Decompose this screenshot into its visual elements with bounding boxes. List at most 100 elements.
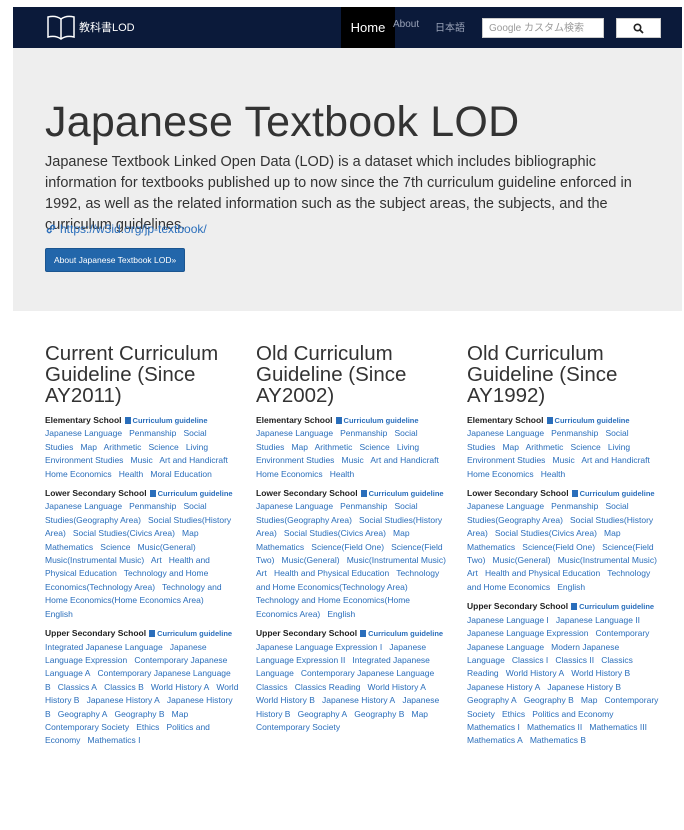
subject-link[interactable]: Music(General) <box>138 542 196 552</box>
subject-link[interactable]: Penmanship <box>129 501 176 511</box>
subject-link[interactable]: Science <box>360 442 390 452</box>
subject-link[interactable]: Japanese Language II <box>556 615 640 625</box>
subject-link[interactable]: Integrated Japanese Language <box>45 642 163 652</box>
subject-link[interactable]: Science <box>149 442 179 452</box>
subject-link[interactable]: Contemporary Society <box>256 722 340 732</box>
subject-link[interactable]: Penmanship <box>551 428 598 438</box>
subject-link[interactable]: Japanese History A <box>322 695 395 705</box>
subject-link[interactable]: World History B <box>571 668 630 678</box>
subject-link[interactable]: Mathematics B <box>530 735 586 745</box>
subject-link[interactable]: Social Studies(Civics Area) <box>284 528 386 538</box>
subject-link[interactable]: Mathematics I <box>467 722 520 732</box>
subject-link[interactable]: Mathematics <box>467 542 515 552</box>
subject-link[interactable]: Map <box>393 528 410 538</box>
subject-link[interactable]: Health <box>119 469 144 479</box>
about-textbook-lod-button[interactable]: About Japanese Textbook LOD» <box>45 248 186 272</box>
subject-link[interactable]: Geography A <box>298 709 348 719</box>
subject-link[interactable]: Ethics <box>502 709 525 719</box>
subject-link[interactable]: Classics Reading <box>295 682 361 692</box>
subject-link[interactable]: Science(Field One) <box>311 542 384 552</box>
subject-link[interactable]: Social Studies(Civics Area) <box>495 528 597 538</box>
curriculum-guideline-link[interactable]: Curriculum guideline <box>555 416 630 425</box>
subject-link[interactable]: World History A <box>151 682 209 692</box>
search-input[interactable] <box>482 18 604 38</box>
subject-link[interactable]: Arithmetic <box>526 442 564 452</box>
subject-link[interactable]: Classics II <box>555 655 594 665</box>
subject-link[interactable]: Health and Physical Education <box>485 568 600 578</box>
curriculum-guideline-link[interactable]: Curriculum guideline <box>133 416 208 425</box>
subject-link[interactable]: Mathematics <box>45 542 93 552</box>
subject-link[interactable]: Mathematics III <box>589 722 647 732</box>
subject-link[interactable]: Contemporary Japanese Language <box>301 668 434 678</box>
subject-link[interactable]: World History A <box>506 668 564 678</box>
subject-link[interactable]: Music <box>131 455 153 465</box>
subject-link[interactable]: Classics B <box>104 682 144 692</box>
subject-link[interactable]: Arithmetic <box>104 442 142 452</box>
subject-link[interactable]: Penmanship <box>129 428 176 438</box>
subject-link[interactable]: Japanese History B <box>547 682 621 692</box>
subject-link[interactable]: English <box>327 609 355 619</box>
nav-about-link[interactable]: About <box>393 19 419 30</box>
subject-link[interactable]: Geography B <box>114 709 164 719</box>
subject-link[interactable]: Home Economics <box>467 469 534 479</box>
subject-link[interactable]: Map <box>411 709 428 719</box>
curriculum-guideline-link[interactable]: Curriculum guideline <box>369 489 444 498</box>
subject-link[interactable]: Science <box>571 442 601 452</box>
subject-link[interactable]: Social Studies(Civics Area) <box>73 528 175 538</box>
subject-link[interactable]: English <box>557 582 585 592</box>
subject-link[interactable]: Art <box>467 568 478 578</box>
subject-link[interactable]: English <box>45 609 73 619</box>
subject-link[interactable]: Health and Physical Education <box>274 568 389 578</box>
curriculum-guideline-link[interactable]: Curriculum guideline <box>158 489 233 498</box>
subject-link[interactable]: Art and Handicraft <box>370 455 439 465</box>
subject-link[interactable]: Map <box>172 709 189 719</box>
search-button[interactable] <box>616 18 661 38</box>
curriculum-guideline-link[interactable]: Curriculum guideline <box>344 416 419 425</box>
subject-link[interactable]: Geography B <box>524 695 574 705</box>
subject-link[interactable]: Health <box>330 469 355 479</box>
subject-link[interactable]: Japanese History A <box>467 682 540 692</box>
subject-link[interactable]: Science <box>100 542 130 552</box>
subject-link[interactable]: Art and Handicraft <box>581 455 650 465</box>
subject-link[interactable]: Home Economics <box>45 469 112 479</box>
subject-link[interactable]: World History A <box>368 682 426 692</box>
subject-link[interactable]: Japanese Language <box>467 501 544 511</box>
subject-link[interactable]: Japanese Language Expression I <box>256 642 382 652</box>
nav-home-link[interactable]: Home <box>341 7 395 48</box>
subject-link[interactable]: Classics I <box>512 655 548 665</box>
subject-link[interactable]: Music(Instrumental Music) <box>45 555 144 565</box>
subject-link[interactable]: Art <box>151 555 162 565</box>
subject-link[interactable]: Science(Field One) <box>522 542 595 552</box>
subject-link[interactable]: Japanese Language <box>256 428 333 438</box>
subject-link[interactable]: Mathematics II <box>527 722 582 732</box>
curriculum-guideline-link[interactable]: Curriculum guideline <box>157 629 232 638</box>
subject-link[interactable]: Map <box>182 528 199 538</box>
subject-link[interactable]: Home Economics <box>256 469 323 479</box>
subject-link[interactable]: Art <box>256 568 267 578</box>
subject-link[interactable]: Arithmetic <box>315 442 353 452</box>
subject-link[interactable]: Map <box>291 442 308 452</box>
subject-link[interactable]: Geography B <box>354 709 404 719</box>
subject-link[interactable]: Mathematics I <box>88 735 141 745</box>
subject-link[interactable]: Map <box>502 442 519 452</box>
subject-link[interactable]: Map <box>80 442 97 452</box>
subject-link[interactable]: Penmanship <box>340 428 387 438</box>
subject-link[interactable]: Map <box>604 528 621 538</box>
project-link[interactable]: https://w3id.org/jp-textbook/ <box>45 222 207 236</box>
subject-link[interactable]: Japanese Language <box>467 428 544 438</box>
subject-link[interactable]: Music(Instrumental Music) <box>558 555 657 565</box>
subject-link[interactable]: Politics and Economy <box>532 709 613 719</box>
curriculum-guideline-link[interactable]: Curriculum guideline <box>368 629 443 638</box>
subject-link[interactable]: Japanese Language <box>45 428 122 438</box>
subject-link[interactable]: Geography A <box>467 695 517 705</box>
subject-link[interactable]: Classics A <box>58 682 97 692</box>
subject-link[interactable]: Contemporary Society <box>45 722 129 732</box>
subject-link[interactable]: Music <box>553 455 575 465</box>
subject-link[interactable]: World History B <box>256 695 315 705</box>
subject-link[interactable]: Japanese Language I <box>467 615 549 625</box>
subject-link[interactable]: Japanese Language <box>45 501 122 511</box>
subject-link[interactable]: Music(General) <box>282 555 340 565</box>
subject-link[interactable]: Japanese History A <box>87 695 160 705</box>
subject-link[interactable]: Mathematics <box>256 542 304 552</box>
subject-link[interactable]: Japanese Language <box>256 501 333 511</box>
